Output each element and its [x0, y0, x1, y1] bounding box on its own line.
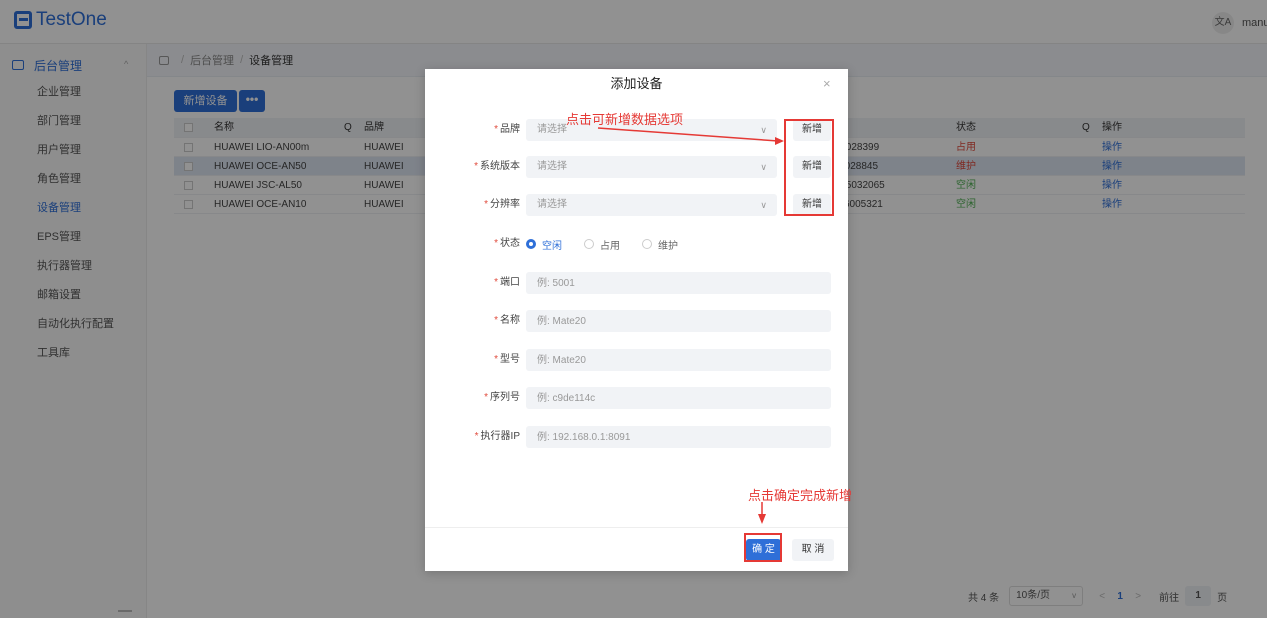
executor-ip-label: * 执行器IP — [474, 431, 520, 442]
serial-row: * 序列号 — [425, 387, 848, 409]
os-version-select[interactable]: 请选择 ∨ — [526, 156, 777, 178]
status-radio-idle[interactable]: 空闲 — [526, 237, 562, 252]
port-row: * 端口 — [425, 272, 848, 294]
name-input[interactable] — [526, 310, 831, 332]
os-version-label: * 系统版本 — [474, 161, 520, 172]
port-input[interactable] — [526, 272, 831, 294]
status-label: * 状态 — [494, 238, 520, 249]
status-radio-maintenance[interactable]: 维护 — [642, 237, 678, 252]
name-row: * 名称 — [425, 310, 848, 332]
serial-input[interactable] — [526, 387, 831, 409]
name-label: * 名称 — [494, 315, 520, 326]
chevron-down-icon: ∨ — [760, 162, 767, 172]
resolution-select[interactable]: 请选择 ∨ — [526, 194, 777, 216]
close-icon[interactable]: × — [823, 76, 831, 91]
dialog-title: 添加设备 — [610, 76, 663, 91]
brand-label: * 品牌 — [494, 124, 520, 135]
status-radio-busy[interactable]: 占用 — [584, 237, 620, 252]
model-label: * 型号 — [494, 354, 520, 365]
annotation-add-buttons-box — [784, 119, 834, 216]
executor-ip-input[interactable] — [526, 426, 831, 448]
port-label: * 端口 — [494, 277, 520, 288]
resolution-label: * 分辨率 — [484, 199, 520, 210]
dialog-footer-divider — [425, 527, 848, 528]
annotation-add-hint: 点击可新增数据选项 — [566, 112, 684, 127]
status-radio-group: 空闲 占用 维护 — [526, 233, 700, 255]
chevron-down-icon: ∨ — [760, 125, 767, 135]
executor-ip-row: * 执行器IP — [425, 426, 848, 448]
model-row: * 型号 — [425, 349, 848, 371]
model-input[interactable] — [526, 349, 831, 371]
chevron-down-icon: ∨ — [760, 200, 767, 210]
annotation-ok-hint: 点击确定完成新增 — [748, 488, 853, 503]
status-row: * 状态 空闲 占用 维护 — [425, 233, 848, 255]
annotation-confirm-box — [744, 533, 782, 562]
serial-label: * 序列号 — [484, 392, 520, 403]
cancel-button[interactable]: 取 消 — [792, 539, 834, 561]
